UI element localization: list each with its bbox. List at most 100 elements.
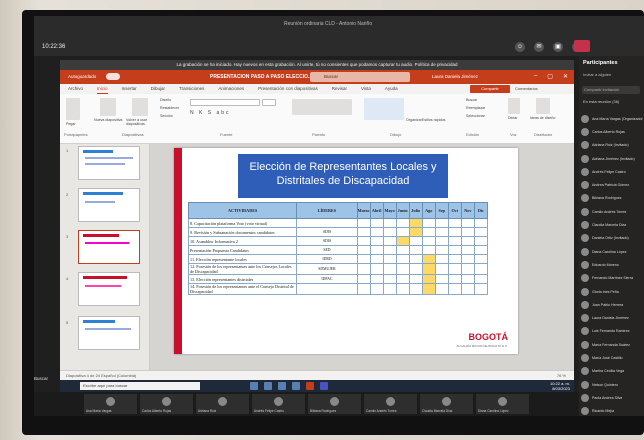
people-icon[interactable]: ☺: [515, 42, 525, 52]
paste-button[interactable]: [66, 98, 80, 120]
shapes-gallery[interactable]: [364, 98, 404, 120]
current-slide[interactable]: Elección de Representantes Locales y Dis…: [174, 148, 518, 354]
slide-thumbnail[interactable]: [78, 316, 140, 350]
participant-row[interactable]: Diana Carolina López: [581, 245, 643, 258]
participant-row[interactable]: Paola Andrea Silva: [581, 391, 643, 404]
taskbar-search[interactable]: Escribe aquí para buscar: [80, 382, 200, 390]
participant-row[interactable]: Luis Fernando Ramírez: [581, 325, 643, 338]
in-meeting-section[interactable]: En esta reunión (36): [583, 99, 619, 104]
arrange-label[interactable]: Organizar: [406, 118, 422, 122]
video-tile[interactable]: Carlos Alberto Rojas: [140, 394, 193, 414]
video-tile[interactable]: Claudia Marcela Díaz: [420, 394, 473, 414]
tab-6[interactable]: Presentación con diapositivas: [258, 84, 318, 94]
participant-row[interactable]: Andrea Patricia Gómez: [581, 178, 643, 191]
slide-thumbnail-selected[interactable]: [78, 230, 140, 264]
participant-row[interactable]: María Fernanda Suárez: [581, 338, 643, 351]
powerpoint-icon[interactable]: [306, 382, 314, 390]
section-button[interactable]: Sección: [160, 114, 173, 118]
schedule-cell: [473, 218, 489, 228]
share-button[interactable]: Compartir: [470, 85, 510, 93]
maximize-icon[interactable]: ▢: [547, 73, 553, 80]
leave-button[interactable]: [574, 40, 590, 52]
participant-row[interactable]: Daniela Ortiz (Invitado): [581, 232, 643, 245]
video-tile[interactable]: Ana María Vargas: [84, 394, 137, 414]
participant-row[interactable]: Ana María Vargas (Organizador): [581, 112, 643, 125]
teams-icon[interactable]: [320, 382, 328, 390]
participant-row[interactable]: Laura Daniela Jiménez: [581, 311, 643, 324]
participant-row[interactable]: Bibiana Rodríguez: [581, 192, 643, 205]
reuse-slides-button[interactable]: [132, 98, 148, 116]
outer-search-label[interactable]: Buscar: [34, 376, 48, 381]
participant-row[interactable]: Camilo Andrés Torres: [581, 205, 643, 218]
edge-icon[interactable]: [264, 382, 272, 390]
participant-row[interactable]: Claudia Marcela Díaz: [581, 218, 643, 231]
user-name[interactable]: Laura Daniela Jiménez: [432, 74, 478, 79]
tab-5[interactable]: Animaciones: [218, 84, 244, 94]
chat-icon[interactable]: ✉: [534, 42, 544, 52]
participant-row[interactable]: María José Castillo: [581, 351, 643, 364]
font-format-buttons[interactable]: N K S abc: [190, 110, 231, 116]
schedule-cell: [356, 236, 371, 246]
quick-styles-label[interactable]: Estilos rápidos: [422, 118, 445, 122]
find-button[interactable]: Buscar: [466, 98, 477, 102]
schedule-cell: [382, 263, 397, 275]
minimize-icon[interactable]: –: [534, 73, 537, 80]
dictate-button[interactable]: [508, 98, 520, 114]
participant-row[interactable]: Juan Pablo Herrera: [581, 298, 643, 311]
participant-row[interactable]: Andrés Felipe Castro: [581, 165, 643, 178]
schedule-cell: [473, 236, 489, 246]
invite-link[interactable]: Invitar a alguien: [583, 72, 611, 77]
slide-thumbnail[interactable]: [78, 188, 140, 222]
design-ideas-button[interactable]: [536, 98, 550, 114]
participant-row[interactable]: Carlos Alberto Rojas: [581, 125, 643, 138]
comments-button[interactable]: Comentarios: [515, 85, 538, 93]
participant-row[interactable]: Gloria Inés Peña: [581, 285, 643, 298]
participant-name: Nelson Quintero: [592, 382, 618, 387]
video-tile-name: Bibiana Rodríguez: [310, 409, 337, 413]
tab-1[interactable]: Inicio: [97, 84, 108, 94]
camera-icon[interactable]: ▣: [553, 42, 563, 52]
slide-thumbnail[interactable]: [78, 146, 140, 180]
tab-8[interactable]: Vista: [361, 84, 371, 94]
tab-0[interactable]: Archivo: [68, 84, 83, 94]
outlook-icon[interactable]: [278, 382, 286, 390]
share-invite-button[interactable]: Compartir invitación: [582, 86, 640, 94]
tab-3[interactable]: Dibujar: [151, 84, 165, 94]
paragraph-controls[interactable]: [292, 99, 352, 115]
participant-row[interactable]: Adriana Ruiz (Invitado): [581, 139, 643, 152]
layout-button[interactable]: Diseño: [160, 98, 171, 102]
reset-button[interactable]: Restablecer: [160, 106, 179, 110]
word-icon[interactable]: [292, 382, 300, 390]
participant-row[interactable]: Adriana Jiménez (Invitado): [581, 152, 643, 165]
ppt-search-box[interactable]: Buscar: [310, 72, 410, 82]
font-size-select[interactable]: [262, 99, 276, 106]
video-tile[interactable]: Camilo Andrés Torres: [364, 394, 417, 414]
video-tile[interactable]: Diana Carolina López: [476, 394, 529, 414]
close-icon[interactable]: ✕: [563, 73, 568, 80]
participant-row[interactable]: Fernando Martínez Sierra: [581, 272, 643, 285]
tab-4[interactable]: Transiciones: [179, 84, 204, 94]
explorer-icon[interactable]: [250, 382, 258, 390]
schedule-cell: [356, 274, 371, 284]
tab-2[interactable]: Insertar: [122, 84, 137, 94]
participant-row[interactable]: Ricardo Mejía: [581, 405, 643, 416]
font-name-select[interactable]: [190, 99, 260, 106]
participant-row[interactable]: Nelson Quintero: [581, 378, 643, 391]
replace-button[interactable]: Reemplazar: [466, 106, 485, 110]
slide-thumbnail[interactable]: [78, 272, 140, 306]
participant-name: Juan Pablo Herrera: [592, 302, 624, 307]
new-slide-button[interactable]: [100, 98, 116, 116]
autosave-toggle[interactable]: [106, 73, 120, 80]
table-header-cell: Abril: [369, 202, 384, 219]
activity-cell: 12. Posesión de los representantes ante …: [187, 263, 298, 275]
participant-row[interactable]: Eduardo Moreno: [581, 258, 643, 271]
video-tile[interactable]: Adriana Ruiz: [196, 394, 249, 414]
video-tile[interactable]: Andrés Felipe Castro: [252, 394, 305, 414]
recording-notice: La grabación se ha iniciado. Hay nuevos …: [60, 60, 574, 70]
participant-row[interactable]: Martha Cecilia Vega: [581, 365, 643, 378]
select-button[interactable]: Seleccionar: [466, 114, 485, 118]
activity-cell: 9. Revisión y Subsanación documentos can…: [187, 227, 298, 237]
video-tile[interactable]: Bibiana Rodríguez: [308, 394, 361, 414]
tab-9[interactable]: Ayuda: [385, 84, 398, 94]
tab-7[interactable]: Revisar: [332, 84, 347, 94]
